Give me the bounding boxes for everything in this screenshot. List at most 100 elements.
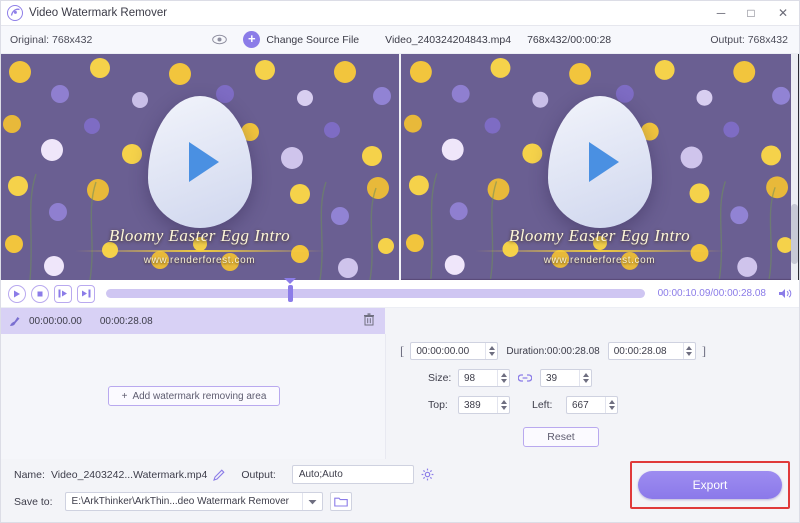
top-input[interactable] — [459, 397, 497, 413]
chevron-up-icon[interactable] — [500, 373, 507, 377]
chevron-up-icon[interactable] — [500, 400, 507, 404]
export-button[interactable]: Export — [638, 471, 782, 499]
add-watermark-removing-area-button[interactable]: + Add watermark removing area — [108, 386, 280, 406]
minimize-button[interactable]: ─ — [706, 0, 736, 26]
volume-icon[interactable] — [778, 288, 792, 299]
top-arrows[interactable] — [497, 397, 509, 413]
chevron-up-icon[interactable] — [686, 346, 693, 350]
trim-start-stepper[interactable] — [410, 342, 499, 360]
source-file-info: 768x432/00:00:28 — [527, 33, 612, 46]
window-controls: ─ □ ✕ — [706, 0, 800, 26]
area-properties-pane: [ Duration:00:00:28.08 ] — [386, 334, 800, 459]
top-stepper[interactable] — [458, 396, 510, 414]
add-area-label: Add watermark removing area — [132, 390, 267, 402]
output-format-select[interactable]: Auto;Auto — [291, 465, 414, 484]
size-width-arrows[interactable] — [497, 370, 509, 386]
chevron-down-icon[interactable] — [488, 352, 495, 356]
left-input[interactable] — [567, 397, 605, 413]
trim-start-input[interactable] — [411, 343, 486, 359]
trim-end-arrows[interactable] — [682, 343, 695, 359]
output-name-value: Video_2403242...Watermark.mp4 — [50, 468, 208, 481]
export-highlight-frame: Export — [630, 461, 790, 509]
maximize-button[interactable]: □ — [736, 0, 766, 26]
size-width-stepper[interactable] — [458, 369, 510, 387]
watermark-url: www.renderforest.com — [543, 255, 656, 266]
size-height-stepper[interactable] — [540, 369, 592, 387]
editor-panels: + Add watermark removing area [ Duration… — [0, 334, 800, 459]
chevron-up-icon[interactable] — [608, 400, 615, 404]
close-button[interactable]: ✕ — [766, 0, 800, 26]
source-file-name: Video_240324204843.mp4 — [385, 33, 512, 46]
size-row: Size: — [400, 369, 800, 387]
chevron-down-icon[interactable] — [582, 379, 589, 383]
trim-end-input[interactable] — [608, 343, 683, 359]
size-width-input[interactable] — [459, 370, 497, 386]
original-preview[interactable]: Bloomy Easter Egg Intro www.renderforest… — [0, 54, 399, 280]
chevron-down-icon[interactable] — [500, 379, 507, 383]
time-readout: 00:00:10.09/00:00:28.08 — [657, 288, 766, 299]
area-end-time: 00:00:28.08 — [99, 315, 153, 327]
app-window: Video Watermark Remover ─ □ ✕ Original: … — [0, 0, 800, 523]
playback-progress-slider[interactable] — [106, 278, 645, 302]
area-start-time: 00:00:00.00 — [29, 315, 82, 327]
preview-scrollbar[interactable] — [791, 54, 798, 280]
watermark-areas-pane: + Add watermark removing area — [0, 334, 386, 459]
watermark-area-track[interactable]: 00:00:00.00 00:00:28.08 — [0, 308, 386, 334]
position-row: Top: Left: — [400, 396, 800, 414]
trash-icon[interactable] — [363, 313, 375, 329]
change-source-file-label: Change Source File — [266, 33, 360, 46]
watermark-divider — [74, 250, 325, 252]
watermark-title: Bloomy Easter Egg Intro — [508, 226, 691, 245]
left-label: Left: — [532, 399, 553, 411]
save-to-input[interactable]: E:\ArkThinker\ArkThin...deo Watermark Re… — [64, 492, 323, 511]
plus-icon: + — [243, 31, 261, 48]
output-format-value: Auto;Auto — [298, 469, 343, 480]
name-label: Name: — [14, 468, 45, 481]
play-triangle — [188, 142, 219, 183]
chevron-down-icon[interactable] — [686, 352, 693, 356]
trim-start-bracket: [ — [400, 343, 405, 358]
source-bar: Original: 768x432 + Change Source File V… — [0, 26, 800, 54]
save-to-label: Save to: — [14, 495, 53, 508]
trim-start-arrows[interactable] — [485, 343, 497, 359]
link-icon[interactable] — [518, 373, 532, 383]
original-resolution-label: Original: 768x432 — [10, 33, 93, 46]
folder-icon[interactable] — [329, 492, 352, 511]
arkthinker-logo-icon — [7, 4, 23, 21]
watermark-url: www.renderforest.com — [143, 255, 256, 266]
chevron-up-icon[interactable] — [582, 373, 589, 377]
playhead-handle[interactable] — [288, 285, 293, 302]
watermark-overlay: Bloomy Easter Egg Intro www.renderforest… — [401, 226, 798, 266]
mark-in-icon[interactable] — [54, 284, 72, 303]
gear-icon[interactable] — [421, 468, 434, 481]
left-arrows[interactable] — [605, 397, 617, 413]
watermark-overlay: Bloomy Easter Egg Intro www.renderforest… — [0, 226, 399, 266]
chevron-down-icon[interactable] — [500, 406, 507, 410]
scrollbar-thumb[interactable] — [791, 204, 798, 264]
mark-out-icon[interactable] — [77, 284, 95, 303]
top-label: Top: — [428, 399, 448, 411]
playback-bar: 00:00:10.09/00:00:28.08 — [0, 278, 800, 308]
output-resolution-label: Output: 768x432 — [710, 33, 788, 46]
change-source-file-button[interactable]: + Change Source File — [243, 31, 359, 48]
trim-row: [ Duration:00:00:28.08 ] — [400, 342, 800, 360]
size-height-input[interactable] — [541, 370, 579, 386]
chevron-down-icon[interactable] — [608, 406, 615, 410]
stop-icon[interactable] — [31, 284, 49, 303]
chevron-up-icon[interactable] — [488, 346, 495, 350]
pencil-icon[interactable] — [213, 468, 225, 481]
title-bar: Video Watermark Remover ─ □ ✕ — [0, 0, 800, 26]
play-icon[interactable] — [8, 284, 26, 303]
reset-button[interactable]: Reset — [523, 427, 599, 447]
output-preview[interactable]: Bloomy Easter Egg Intro www.renderforest… — [399, 54, 798, 280]
trim-end-stepper[interactable] — [607, 342, 696, 360]
plus-icon: + — [121, 390, 128, 402]
eye-icon[interactable] — [212, 34, 228, 45]
brush-icon — [8, 315, 21, 328]
size-height-arrows[interactable] — [579, 370, 591, 386]
timeline-row: 00:00:00.00 00:00:28.08 — [0, 308, 800, 334]
watermark-divider — [474, 250, 725, 252]
save-to-value: E:\ArkThinker\ArkThin...deo Watermark Re… — [71, 496, 289, 507]
left-stepper[interactable] — [566, 396, 618, 414]
chevron-down-icon[interactable] — [301, 493, 322, 510]
